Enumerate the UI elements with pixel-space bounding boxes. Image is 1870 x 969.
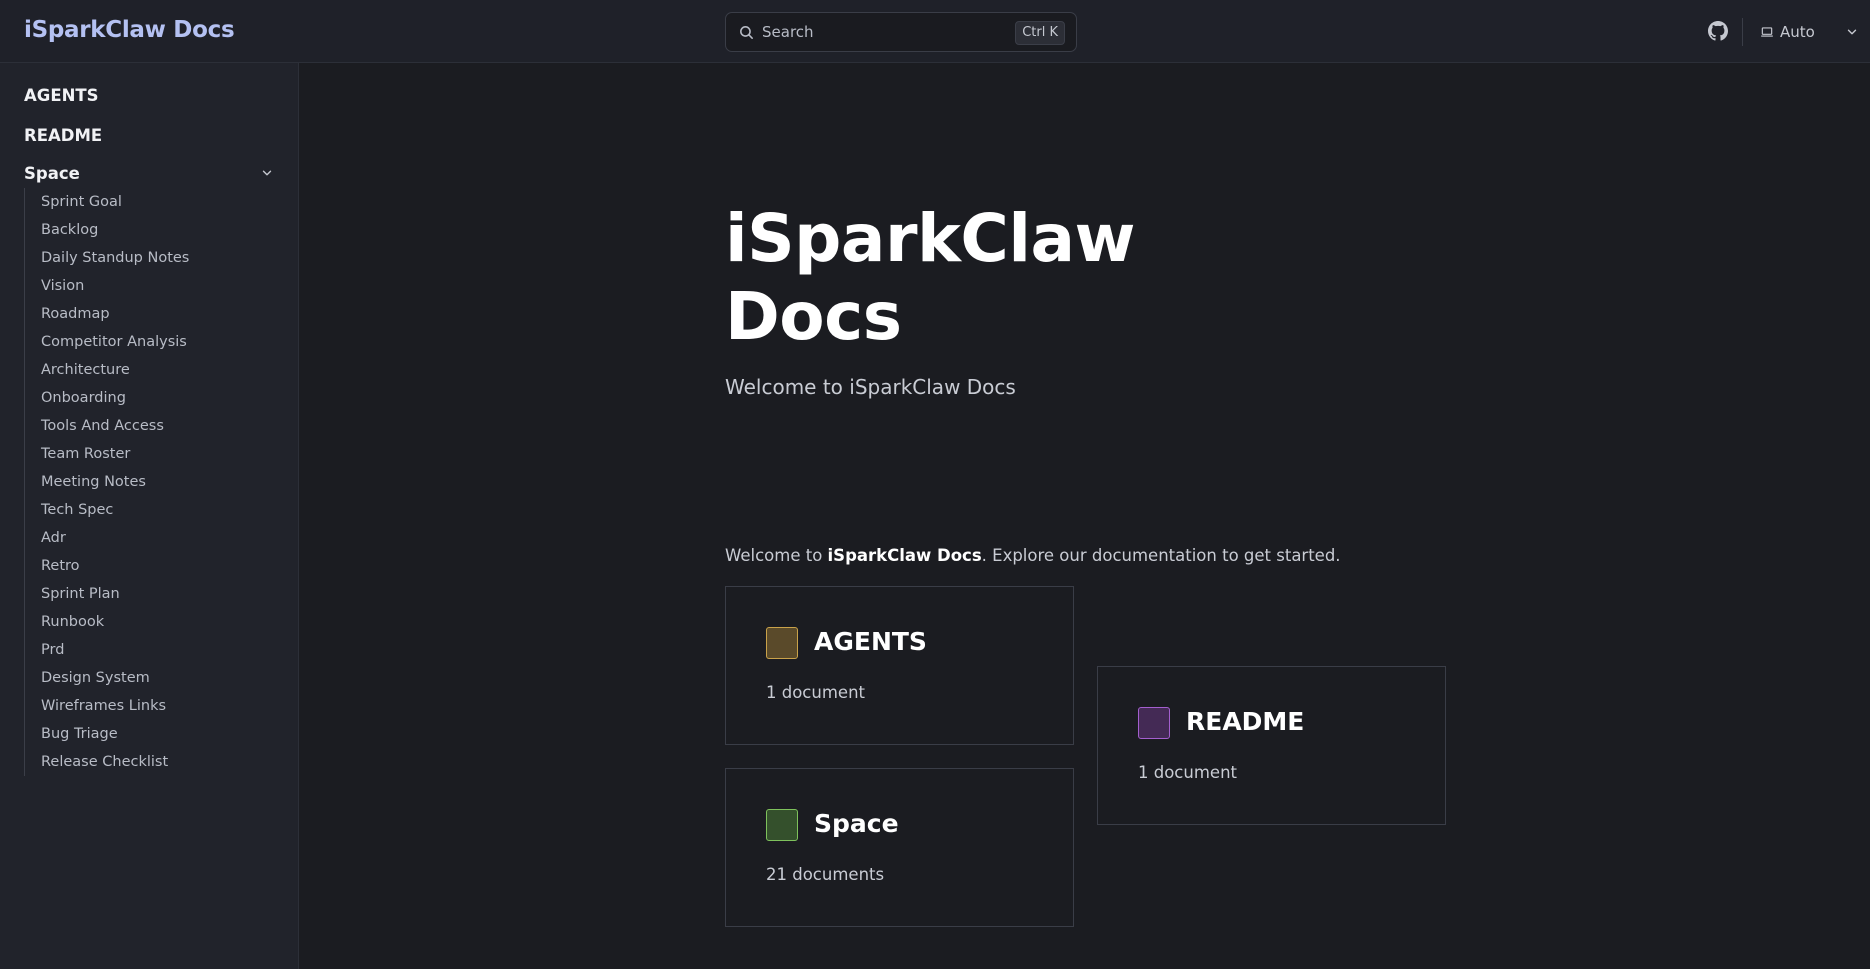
chevron-down-icon [1847,29,1857,35]
sidebar-subitem[interactable]: Architecture [25,356,275,384]
sidebar-subitem[interactable]: Adr [25,524,275,552]
sidebar-subitem[interactable]: Team Roster [25,440,275,468]
intro-suffix: . Explore our documentation to get start… [981,546,1341,565]
sidebar-subitem[interactable]: Tools And Access [25,412,275,440]
sidebar-subitem[interactable]: Wireframes Links [25,692,275,720]
sidebar-subitem[interactable]: Daily Standup Notes [25,244,275,272]
sidebar-subitem[interactable]: Backlog [25,216,275,244]
laptop-icon [1761,27,1773,37]
sidebar-subitem[interactable]: Design System [25,664,275,692]
card-title: README [1186,707,1305,736]
search-placeholder: Search [762,23,814,41]
card-readme[interactable]: README 1 document [1097,666,1446,825]
sidebar-item-agents[interactable]: AGENTS [24,86,99,105]
search-shortcut-hint: Ctrl K [1015,21,1065,45]
search-icon [740,26,753,39]
card-agents[interactable]: AGENTS 1 document [725,586,1074,745]
theme-label: Auto [1780,23,1815,41]
sidebar-section-space[interactable]: Space [24,164,274,183]
sidebar: AGENTS README Space Sprint Goal Backlog Da… [0,63,299,969]
intro-strong: iSparkClaw Docs [827,546,982,565]
card-title: AGENTS [814,627,927,656]
sidebar-subitem[interactable]: Release Checklist [25,748,275,776]
card-color-swatch [766,627,798,659]
sidebar-subitem[interactable]: Roadmap [25,300,275,328]
sidebar-subitem[interactable]: Sprint Plan [25,580,275,608]
page-title: iSparkClaw Docs [725,200,1245,356]
intro-prefix: Welcome to [725,546,828,565]
card-count: 1 document [1138,763,1237,782]
card-color-swatch [766,809,798,841]
chevron-down-icon[interactable] [260,166,274,180]
sidebar-subitem[interactable]: Onboarding [25,384,275,412]
card-title: Space [814,809,899,838]
sidebar-item-readme[interactable]: README [24,126,102,145]
page-subtitle: Welcome to iSparkClaw Docs [725,375,1016,399]
top-bar: iSparkClaw Docs Search Ctrl K Auto [0,0,1870,63]
header-divider [1742,18,1743,46]
github-icon[interactable] [1708,21,1728,41]
site-brand[interactable]: iSparkClaw Docs [24,17,235,43]
sidebar-subitem[interactable]: Runbook [25,608,275,636]
sidebar-subitem[interactable]: Prd [25,636,275,664]
sidebar-subitems: Sprint Goal Backlog Daily Standup Notes Vis… [24,188,275,776]
intro-text: Welcome to iSparkClaw Docs. Explore our … [725,546,1341,565]
card-count: 1 document [766,683,865,702]
theme-switcher[interactable]: Auto [1760,18,1859,46]
sidebar-subitem[interactable]: Sprint Goal [25,188,275,216]
sidebar-subitem[interactable]: Meeting Notes [25,468,275,496]
card-space[interactable]: Space 21 documents [725,768,1074,927]
sidebar-subitem[interactable]: Competitor Analysis [25,328,275,356]
sidebar-section-label: Space [24,164,80,183]
search-box[interactable]: Search Ctrl K [725,12,1077,52]
sidebar-subitem[interactable]: Vision [25,272,275,300]
card-color-swatch [1138,707,1170,739]
sidebar-subitem[interactable]: Tech Spec [25,496,275,524]
card-count: 21 documents [766,865,885,884]
page-title-line-1: iSparkClaw [725,200,1135,277]
sidebar-subitem[interactable]: Bug Triage [25,720,275,748]
sidebar-subitem[interactable]: Retro [25,552,275,580]
page-title-line-2: Docs [725,278,902,355]
